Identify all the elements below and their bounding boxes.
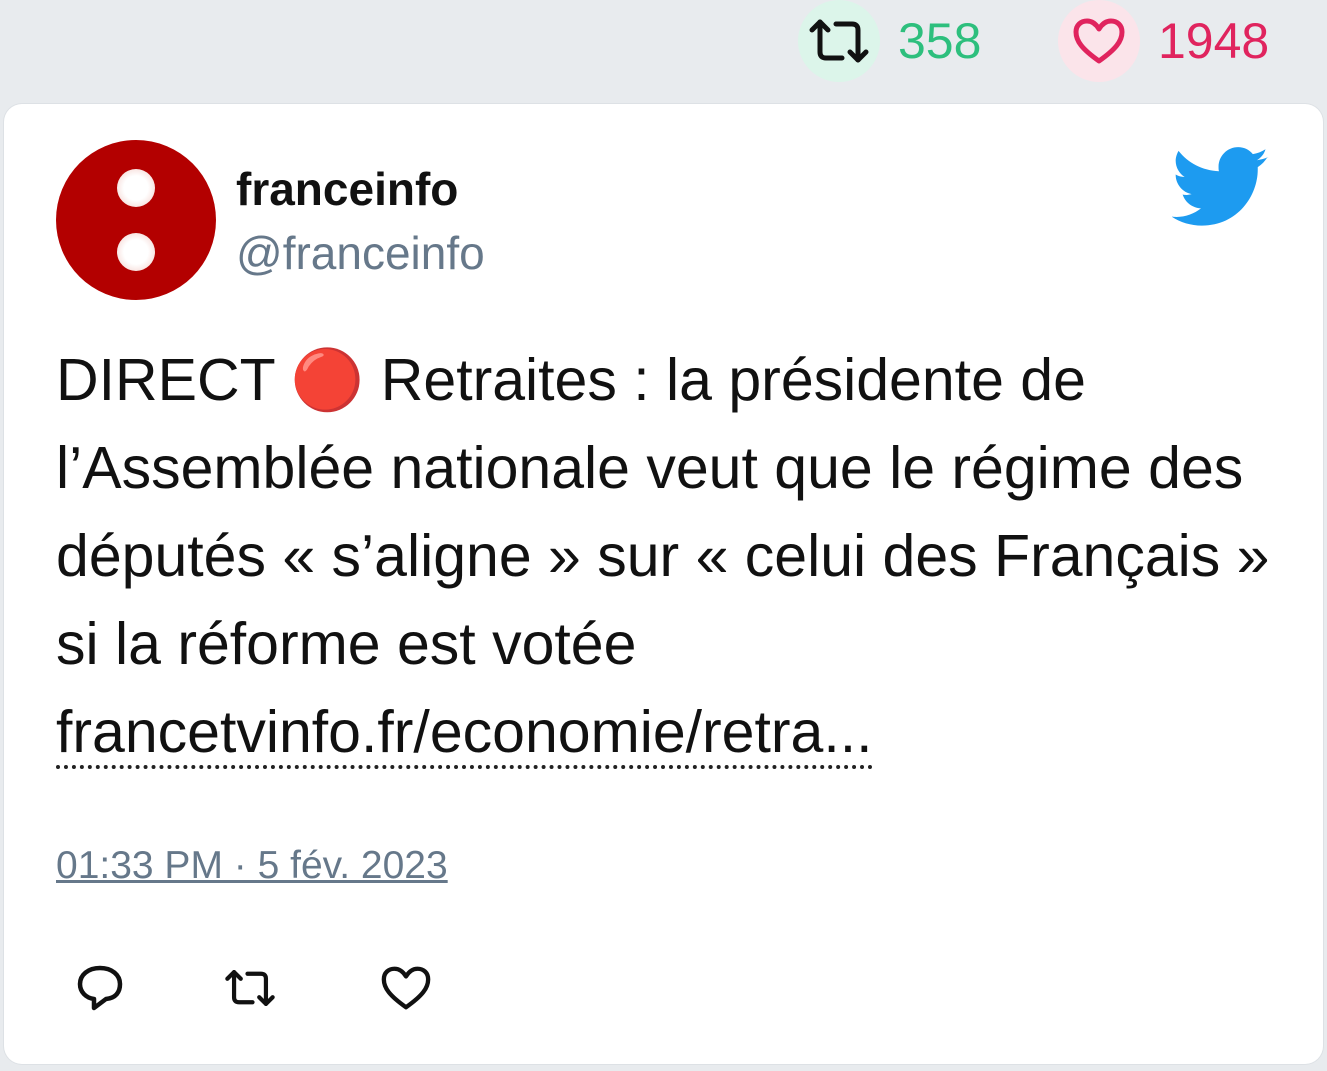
retweet-icon[interactable] [798, 0, 880, 82]
author-handle[interactable]: @franceinfo [236, 230, 485, 276]
avatar-dot-top [117, 169, 155, 207]
reply-icon[interactable] [74, 962, 126, 1014]
like-count: 1948 [1158, 13, 1270, 69]
retweet-icon[interactable] [224, 962, 276, 1014]
tweet-card: franceinfo @franceinfo DIRECT 🔴 Retraite… [4, 104, 1323, 1064]
twitter-bird-icon[interactable] [1172, 146, 1270, 230]
engagement-stats-bar: 358 1948 [0, 0, 1327, 90]
tweet-body: DIRECT 🔴 Retraites : la présidente de l’… [56, 336, 1286, 776]
like-stat[interactable]: 1948 [1058, 0, 1269, 82]
tweet-timestamp[interactable]: 01:33 PM · 5 fév. 2023 [56, 846, 448, 885]
like-icon[interactable] [380, 962, 432, 1014]
author-name[interactable]: franceinfo [236, 166, 458, 212]
tweet-text: DIRECT 🔴 Retraites : la présidente de l’… [56, 347, 1270, 677]
retweet-count: 358 [898, 13, 982, 69]
avatar[interactable] [56, 140, 216, 300]
retweet-stat[interactable]: 358 [798, 0, 981, 82]
tweet-link[interactable]: francetvinfo.fr/economie/retra... [56, 699, 873, 769]
avatar-dot-bottom [117, 233, 155, 271]
heart-icon[interactable] [1058, 0, 1140, 82]
